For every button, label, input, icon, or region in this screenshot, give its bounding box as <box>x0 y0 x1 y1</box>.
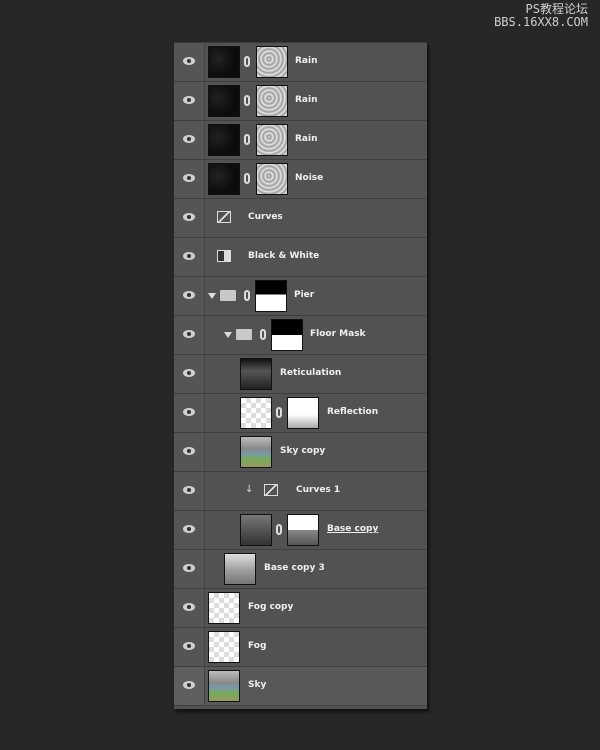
expand-triangle-icon[interactable] <box>208 293 216 299</box>
layer-thumbnail <box>208 124 240 156</box>
layer-name: Curves <box>248 212 283 222</box>
layers-panel: Rain Rain Rain Noise Curves Black & Whit… <box>174 42 427 709</box>
link-icon[interactable] <box>244 173 250 184</box>
eye-icon[interactable] <box>183 603 195 611</box>
layer-row[interactable]: ↓ Curves 1 <box>174 472 427 511</box>
mask-thumbnail <box>287 514 319 546</box>
layer-row[interactable]: Black & White <box>174 238 427 277</box>
clipping-arrow-icon: ↓ <box>245 484 254 495</box>
eye-icon[interactable] <box>183 525 195 533</box>
eye-icon[interactable] <box>183 486 195 494</box>
layer-row[interactable]: Reflection <box>174 394 427 433</box>
layer-name: Sky <box>248 680 267 690</box>
layer-row[interactable]: Noise <box>174 160 427 199</box>
eye-icon[interactable] <box>183 447 195 455</box>
link-icon[interactable] <box>244 95 250 106</box>
layer-thumbnail <box>208 85 240 117</box>
layer-row[interactable]: Base copy <box>174 511 427 550</box>
black-white-icon <box>217 250 231 262</box>
link-icon[interactable] <box>276 407 282 418</box>
layer-thumbnail <box>224 553 256 585</box>
layer-name: Sky copy <box>280 446 326 456</box>
eye-icon[interactable] <box>183 135 195 143</box>
layer-name: Black & White <box>248 251 320 261</box>
layer-row[interactable]: Fog <box>174 628 427 667</box>
layer-thumbnail <box>208 670 240 702</box>
layer-name: Fog copy <box>248 602 294 612</box>
eye-icon[interactable] <box>183 681 195 689</box>
layer-name: Reflection <box>327 407 379 417</box>
layer-row[interactable]: Base copy 3 <box>174 550 427 589</box>
eye-icon[interactable] <box>183 408 195 416</box>
layer-row[interactable]: Reticulation <box>174 355 427 394</box>
layer-thumbnail <box>208 46 240 78</box>
mask-thumbnail <box>287 397 319 429</box>
mask-thumbnail <box>256 163 288 195</box>
layer-name: Rain <box>295 56 318 66</box>
mask-thumbnail <box>255 280 287 312</box>
link-icon[interactable] <box>244 134 250 145</box>
eye-icon[interactable] <box>183 564 195 572</box>
layer-name: Noise <box>295 173 324 183</box>
folder-icon <box>236 329 252 340</box>
link-icon[interactable] <box>244 290 250 301</box>
layer-row[interactable]: Floor Mask <box>174 316 427 355</box>
curves-icon <box>264 484 278 496</box>
layer-name: Reticulation <box>280 368 342 378</box>
expand-triangle-icon[interactable] <box>224 332 232 338</box>
layer-row-selected[interactable]: Sky <box>174 667 427 706</box>
eye-icon[interactable] <box>183 252 195 260</box>
layer-row[interactable]: Rain <box>174 43 427 82</box>
eye-icon[interactable] <box>183 213 195 221</box>
layer-row[interactable]: Curves <box>174 199 427 238</box>
layer-name: Rain <box>295 95 318 105</box>
layer-name: Floor Mask <box>310 329 366 339</box>
layer-name: Base copy 3 <box>264 563 325 573</box>
layer-name: Base copy <box>327 524 379 534</box>
layer-row[interactable]: Fog copy <box>174 589 427 628</box>
link-icon[interactable] <box>260 329 266 340</box>
layer-thumbnail <box>240 514 272 546</box>
mask-thumbnail <box>256 46 288 78</box>
eye-icon[interactable] <box>183 96 195 104</box>
eye-icon[interactable] <box>183 369 195 377</box>
layer-name: Curves 1 <box>296 485 341 495</box>
layer-row[interactable]: Rain <box>174 82 427 121</box>
layer-thumbnail <box>240 397 272 429</box>
watermark-line2: BBS.16XX8.COM <box>494 15 588 29</box>
layer-thumbnail <box>208 631 240 663</box>
layer-thumbnail <box>208 592 240 624</box>
eye-icon[interactable] <box>183 642 195 650</box>
link-icon[interactable] <box>244 56 250 67</box>
layer-name: Rain <box>295 134 318 144</box>
layer-thumbnail <box>240 436 272 468</box>
eye-icon[interactable] <box>183 174 195 182</box>
layer-thumbnail <box>240 358 272 390</box>
eye-icon[interactable] <box>183 57 195 65</box>
link-icon[interactable] <box>276 524 282 535</box>
mask-thumbnail <box>256 124 288 156</box>
eye-icon[interactable] <box>183 291 195 299</box>
layer-row[interactable]: Sky copy <box>174 433 427 472</box>
layer-name: Pier <box>294 290 315 300</box>
eye-icon[interactable] <box>183 330 195 338</box>
folder-icon <box>220 290 236 301</box>
layer-thumbnail <box>208 163 240 195</box>
layer-row[interactable]: Rain <box>174 121 427 160</box>
mask-thumbnail <box>271 319 303 351</box>
layer-row[interactable]: Pier <box>174 277 427 316</box>
curves-icon <box>217 211 231 223</box>
mask-thumbnail <box>256 85 288 117</box>
layer-name: Fog <box>248 641 267 651</box>
watermark: PS教程论坛 BBS.16XX8.COM <box>494 3 588 29</box>
